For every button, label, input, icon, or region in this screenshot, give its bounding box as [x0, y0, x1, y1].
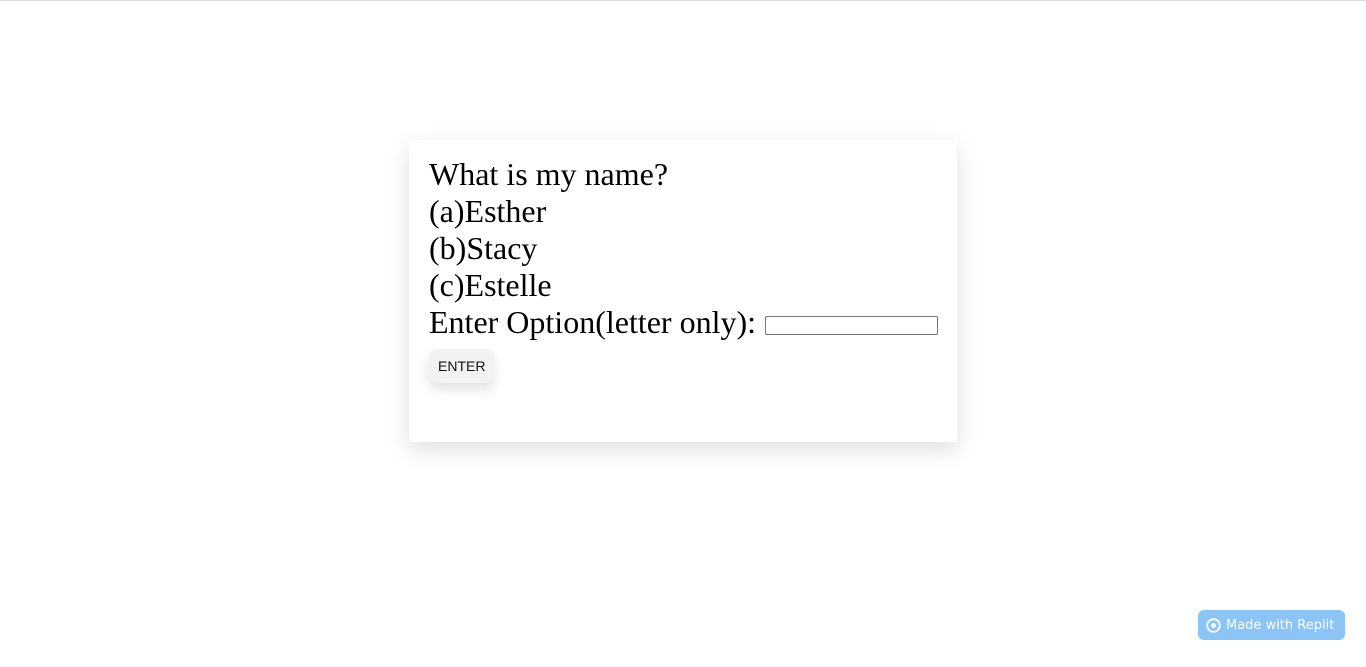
quiz-question: What is my name? [429, 156, 669, 192]
answer-label: Enter Option(letter only): [429, 304, 757, 340]
top-border [0, 0, 1366, 1]
quiz-option-c: (c)Estelle [429, 267, 552, 303]
enter-button[interactable]: ENTER [429, 349, 495, 383]
quiz-option-a: (a)Esther [429, 193, 547, 229]
answer-row: Enter Option(letter only): [429, 304, 939, 341]
quiz-option-b: (b)Stacy [429, 230, 538, 266]
replit-badge-label: Made with Replit [1226, 617, 1335, 633]
answer-input[interactable] [765, 316, 939, 335]
made-with-replit-badge[interactable]: Made with Replit [1198, 610, 1345, 640]
replit-icon [1206, 617, 1221, 633]
quiz-card: What is my name? (a)Esther (b)Stacy (c)E… [409, 140, 957, 442]
